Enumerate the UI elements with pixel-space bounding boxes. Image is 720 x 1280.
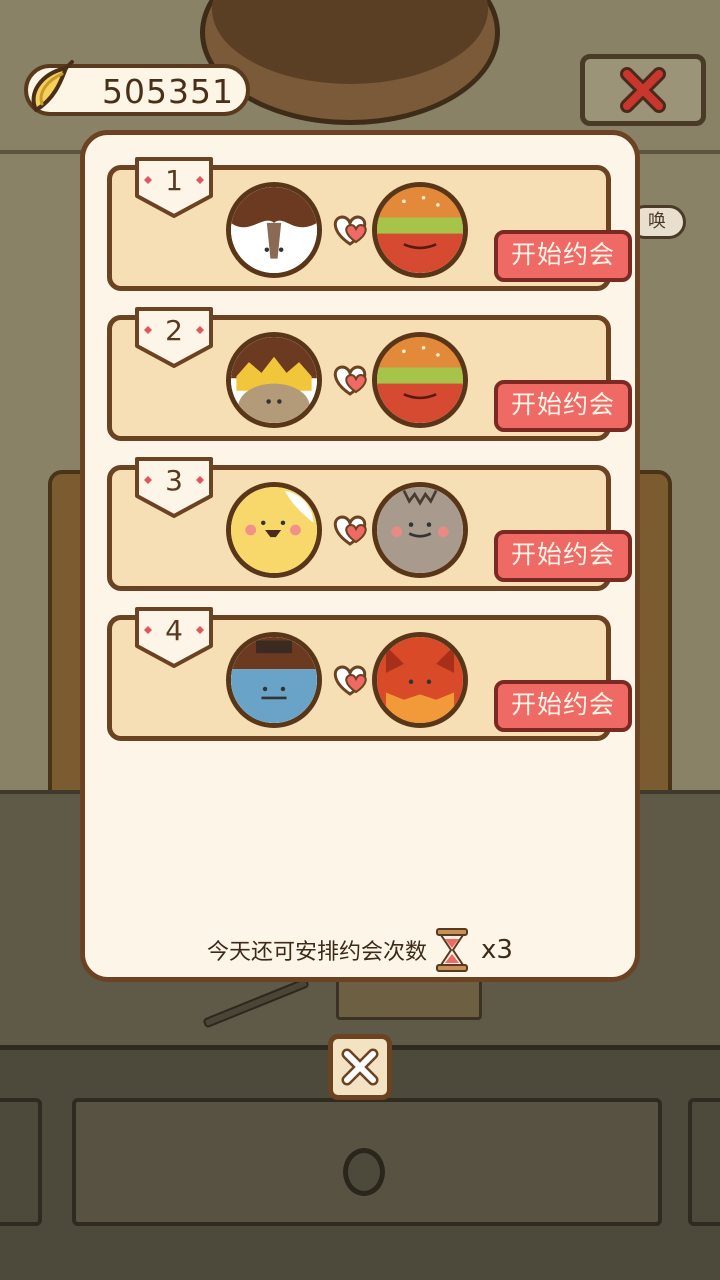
close-x-icon — [620, 67, 666, 113]
row-number-tag: 1 — [134, 156, 214, 220]
blue-hat-character-avatar[interactable] — [226, 632, 322, 728]
gray-bat-character-avatar[interactable] — [372, 482, 468, 578]
row-number: 3 — [165, 464, 183, 497]
currency-counter: 505351 — [24, 60, 250, 116]
currency-value: 505351 — [102, 72, 234, 111]
drawer-side-right — [688, 1098, 720, 1226]
row-number: 1 — [165, 164, 183, 197]
remaining-dates-info: 今天还可安排约会次数 x3 — [85, 925, 635, 975]
start-date-button[interactable]: 开始约会 — [494, 230, 632, 282]
start-date-button[interactable]: 开始约会 — [494, 530, 632, 582]
row-number-tag: 2 — [134, 306, 214, 370]
hourglass-icon — [436, 928, 469, 972]
burger-character-avatar[interactable] — [372, 182, 468, 278]
date-row: 3 开始约会 — [107, 457, 632, 591]
banana-icon — [22, 58, 86, 122]
row-number-tag: 4 — [134, 606, 214, 670]
burger-character-avatar[interactable] — [372, 332, 468, 428]
top-close-button[interactable] — [580, 54, 706, 126]
floor-book — [336, 978, 482, 1020]
remaining-dates-label: 今天还可安排约会次数 — [207, 940, 428, 965]
date-row: 2 开始约会 — [107, 307, 632, 441]
drawer-side-left — [0, 1098, 42, 1226]
start-date-button[interactable]: 开始约会 — [494, 680, 632, 732]
start-date-button[interactable]: 开始约会 — [494, 380, 632, 432]
date-schedule-dialog: 1 开始约会 2 开始约会 3 开始约会 4 开始约会 今天还可安排约会次数 x… — [80, 130, 640, 982]
row-number: 2 — [165, 314, 183, 347]
heart-link-icon — [333, 665, 367, 696]
heart-link-icon — [333, 515, 367, 546]
row-number-tag: 3 — [134, 456, 214, 520]
row-number: 4 — [165, 614, 183, 647]
chick-character-avatar[interactable] — [226, 482, 322, 578]
date-row: 4 开始约会 — [107, 607, 632, 741]
fox-character-avatar[interactable] — [372, 632, 468, 728]
date-row: 1 开始约会 — [107, 157, 632, 291]
heart-link-icon — [333, 215, 367, 246]
bottom-close-button[interactable] — [328, 1034, 392, 1100]
heart-link-icon — [333, 365, 367, 396]
remaining-dates-count: x3 — [481, 935, 513, 965]
cow-character-avatar[interactable] — [226, 182, 322, 278]
close-x-icon — [341, 1048, 379, 1086]
pineapple-character-avatar[interactable] — [226, 332, 322, 428]
drawer-knob — [343, 1148, 385, 1196]
